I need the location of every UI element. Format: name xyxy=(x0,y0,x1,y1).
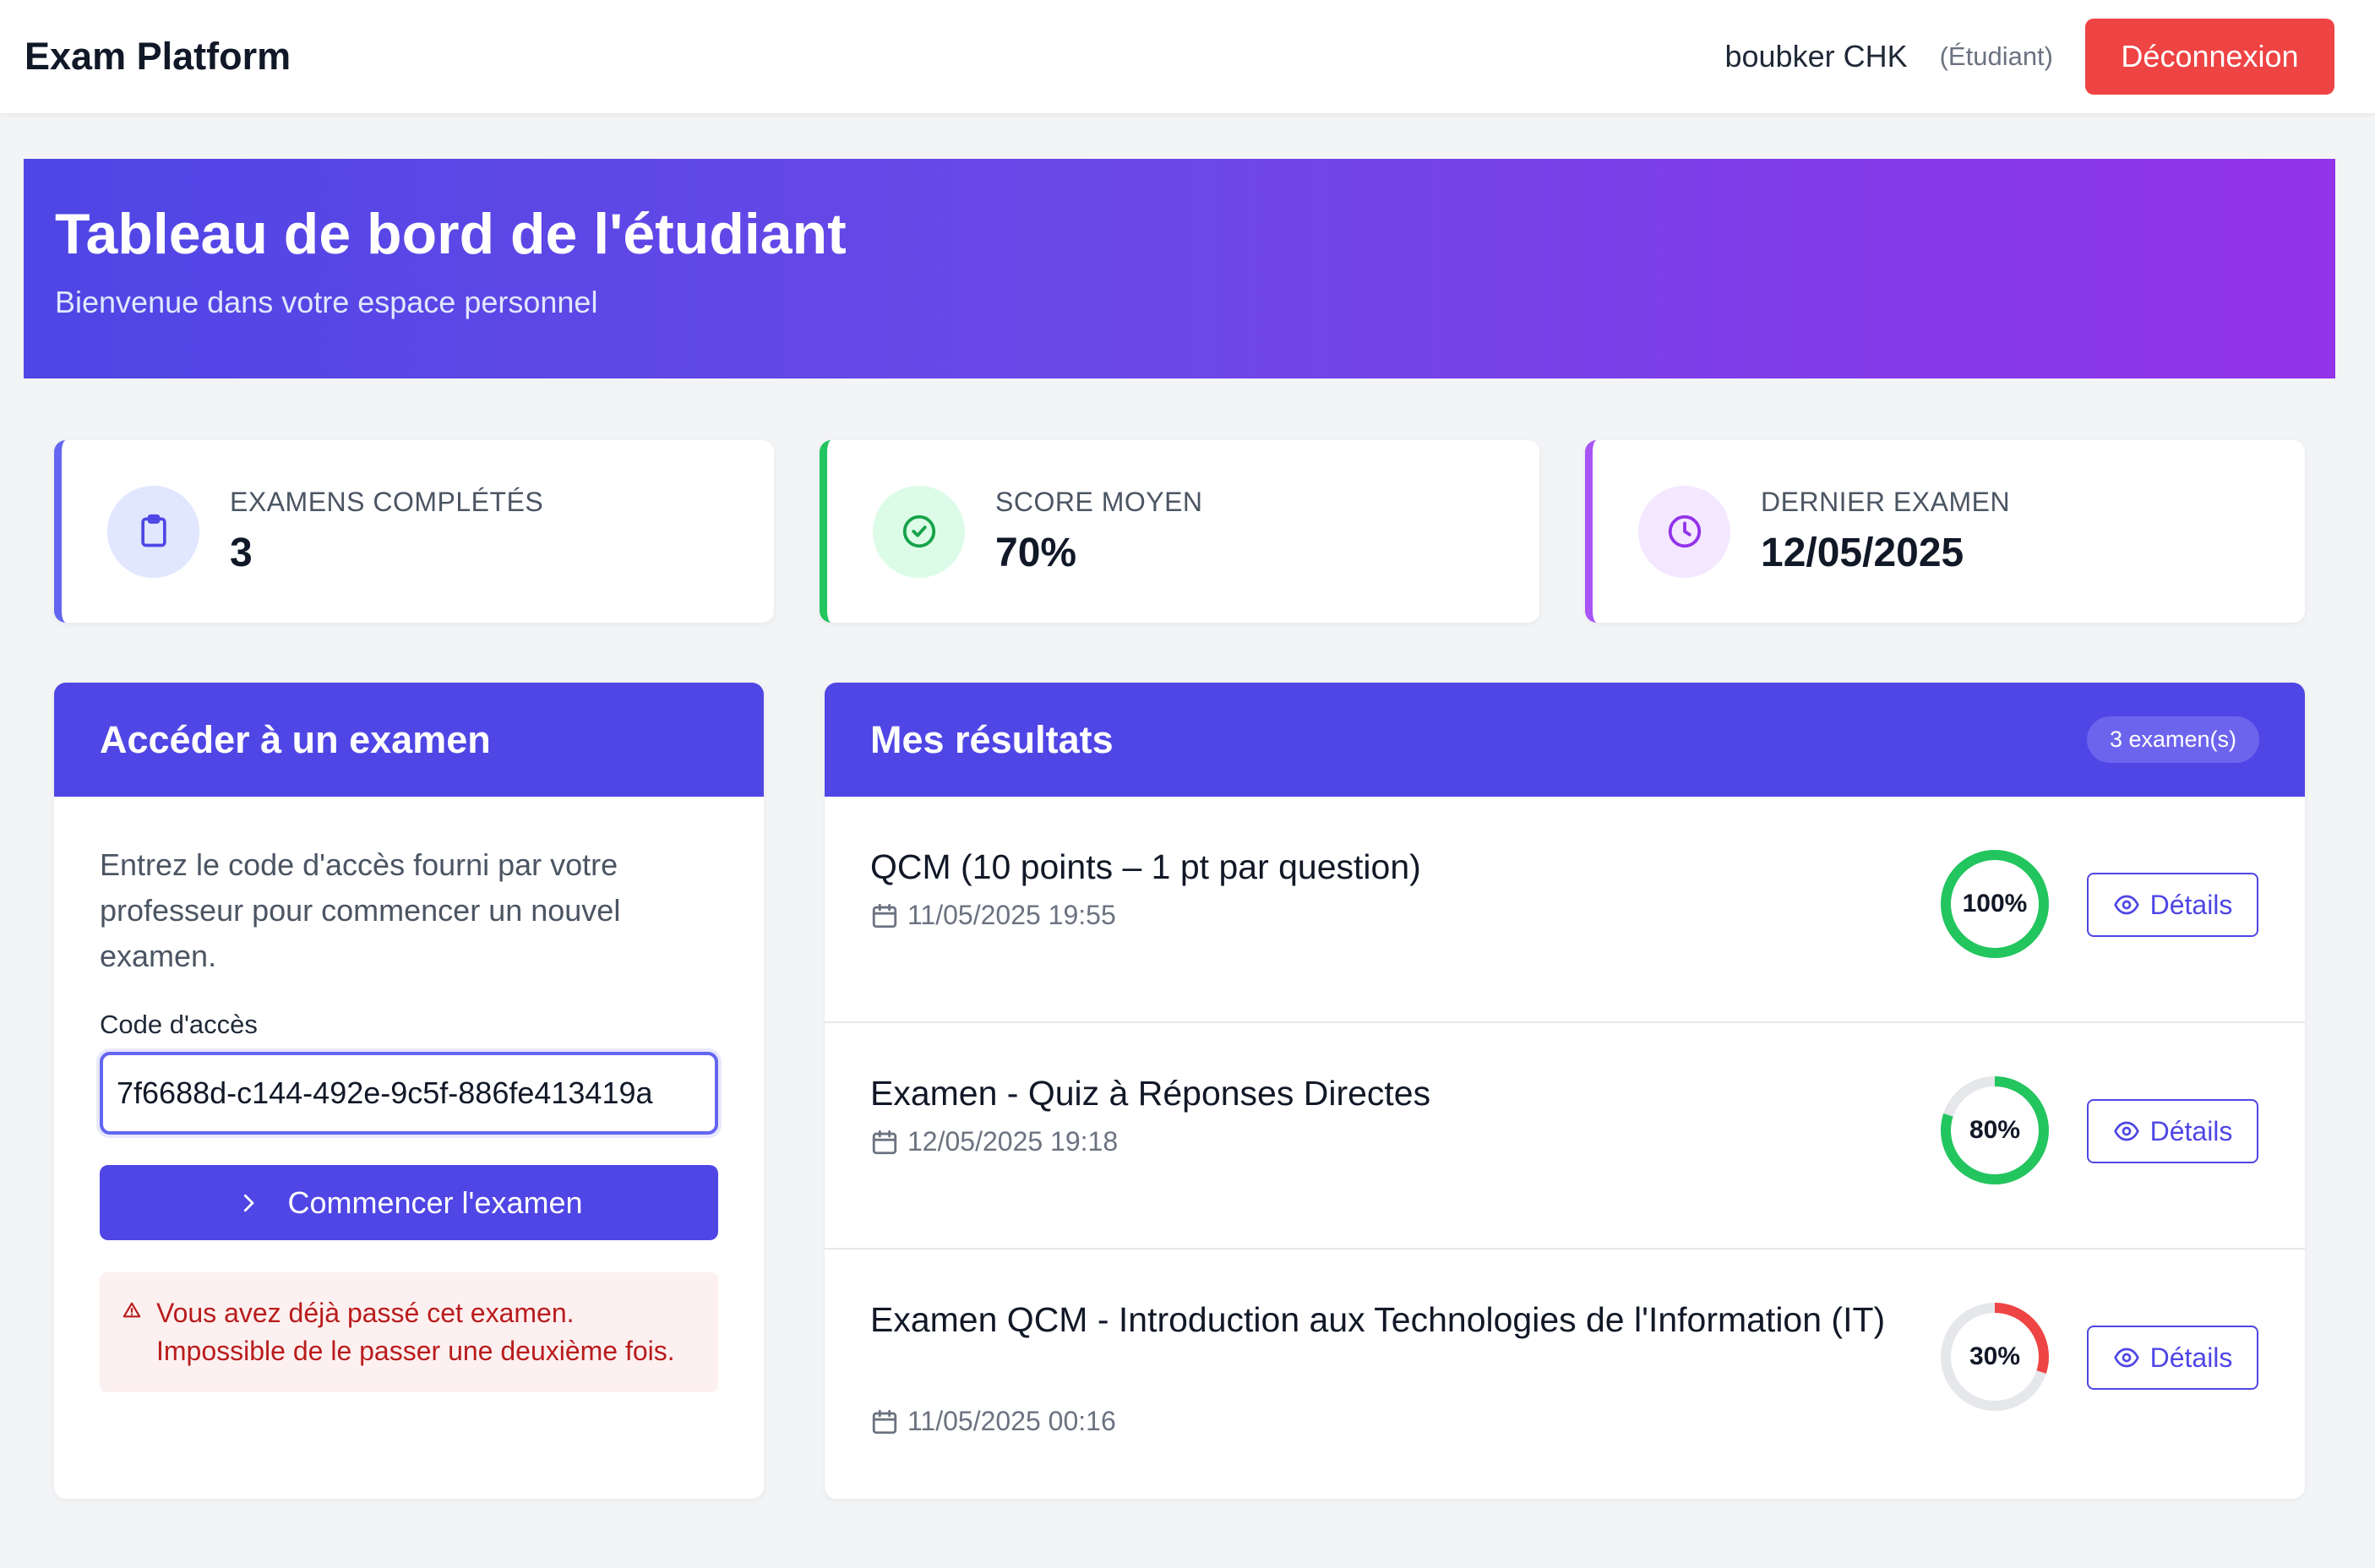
panel-title: Mes résultats xyxy=(870,717,1114,761)
stat-label: EXAMENS COMPLÉTÉS xyxy=(230,487,544,517)
username: boubker CHK xyxy=(1724,39,1908,74)
stat-label: SCORE MOYEN xyxy=(995,487,1203,517)
stat-value: 3 xyxy=(230,531,253,575)
result-row: Examen QCM - Introduction aux Technologi… xyxy=(825,1250,2305,1499)
details-label: Détails xyxy=(2149,889,2233,920)
details-button[interactable]: Détails xyxy=(2087,873,2258,937)
result-title: QCM (10 points – 1 pt par question) xyxy=(870,847,1421,886)
details-label: Détails xyxy=(2149,1115,2233,1146)
result-row: QCM (10 points – 1 pt par question) 11/0… xyxy=(825,797,2305,1023)
access-code-input[interactable] xyxy=(100,1052,718,1135)
access-instructions: Entrez le code d'accès fourni par votre … xyxy=(100,847,621,973)
score-value: 100% xyxy=(1962,890,2028,917)
check-circle-icon xyxy=(873,485,965,578)
results-panel: Mes résultats 3 examen(s) QCM (10 points… xyxy=(825,683,2305,1499)
result-date-text: 11/05/2025 19:55 xyxy=(907,900,1116,930)
stat-value: 70% xyxy=(995,531,1077,575)
details-button[interactable]: Détails xyxy=(2087,1326,2258,1390)
result-date-text: 12/05/2025 19:18 xyxy=(907,1126,1119,1157)
stat-value: 12/05/2025 xyxy=(1761,531,1964,575)
warning-icon xyxy=(123,1301,141,1320)
clock-icon xyxy=(1638,485,1730,578)
chevron-right-icon xyxy=(236,1190,261,1216)
logout-button[interactable]: Déconnexion xyxy=(2085,19,2334,95)
results-count-badge: 3 examen(s) xyxy=(2086,716,2259,763)
access-code-label: Code d'accès xyxy=(100,1010,258,1039)
panel-header: Accéder à un examen xyxy=(54,683,764,797)
page-subtitle: Bienvenue dans votre espace personnel xyxy=(55,284,598,319)
panel-title: Accéder à un examen xyxy=(100,717,491,761)
calendar-icon xyxy=(870,1128,899,1157)
start-exam-button[interactable]: Commencer l'examen xyxy=(100,1165,718,1240)
stat-card-average-score: SCORE MOYEN 70% xyxy=(820,440,1539,623)
result-date-text: 11/05/2025 00:16 xyxy=(907,1406,1116,1436)
brand-title: Exam Platform xyxy=(25,35,291,78)
dashboard-hero: Tableau de bord de l'étudiant Bienvenue … xyxy=(24,159,2335,378)
details-label: Détails xyxy=(2149,1342,2233,1373)
error-alert: Vous avez déjà passé cet examen. Impossi… xyxy=(100,1272,718,1392)
details-button[interactable]: Détails xyxy=(2087,1099,2258,1163)
calendar-icon xyxy=(870,1407,899,1436)
stat-card-completed: EXAMENS COMPLÉTÉS 3 xyxy=(54,440,774,623)
eye-icon xyxy=(2113,1344,2140,1371)
top-navbar: Exam Platform boubker CHK (Étudiant) Déc… xyxy=(0,0,2375,113)
user-area: boubker CHK (Étudiant) Déconnexion xyxy=(1724,19,2334,95)
start-exam-label: Commencer l'examen xyxy=(287,1184,583,1220)
score-value: 30% xyxy=(1969,1342,2021,1370)
eye-icon xyxy=(2113,1118,2140,1145)
stat-label: DERNIER EXAMEN xyxy=(1761,487,2011,517)
page-title: Tableau de bord de l'étudiant xyxy=(55,202,847,266)
result-title: Examen - Quiz à Réponses Directes xyxy=(870,1074,1431,1113)
result-date: 11/05/2025 19:55 xyxy=(870,900,1116,931)
result-date: 11/05/2025 00:16 xyxy=(870,1406,1116,1437)
access-exam-panel: Accéder à un examen Entrez le code d'acc… xyxy=(54,683,764,1499)
result-row: Examen - Quiz à Réponses Directes 12/05/… xyxy=(825,1023,2305,1250)
stat-card-last-exam: DERNIER EXAMEN 12/05/2025 xyxy=(1585,440,2305,623)
panel-header: Mes résultats 3 examen(s) xyxy=(825,683,2305,797)
user-role: (Étudiant) xyxy=(1939,41,2053,71)
error-alert-text: Vous avez déjà passé cet examen. Impossi… xyxy=(156,1298,675,1366)
score-value: 80% xyxy=(1969,1116,2021,1144)
result-title: Examen QCM - Introduction aux Technologi… xyxy=(870,1300,1886,1339)
eye-icon xyxy=(2113,891,2140,918)
calendar-icon xyxy=(870,901,899,930)
clipboard-icon xyxy=(107,485,199,578)
result-date: 12/05/2025 19:18 xyxy=(870,1126,1118,1157)
